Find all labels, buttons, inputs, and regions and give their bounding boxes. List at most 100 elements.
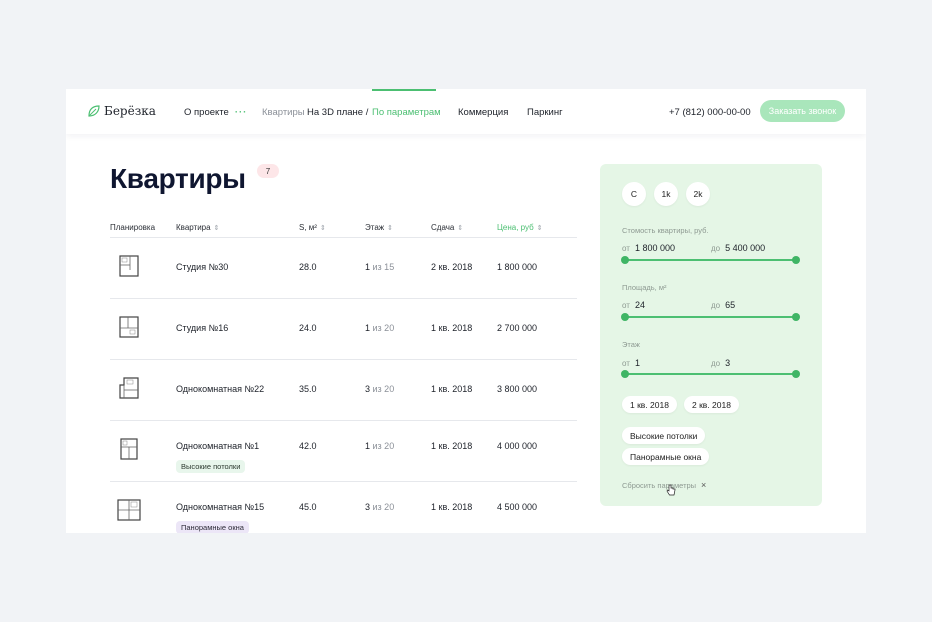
apartment-delivery: 1 кв. 2018	[431, 323, 473, 333]
floor-from-value[interactable]: от 1	[622, 358, 640, 368]
sort-icon[interactable]: ⇕	[537, 225, 543, 232]
apartment-area: 28.0	[299, 262, 317, 272]
nav-commerce-label: Коммерция	[458, 107, 509, 118]
slider-min-handle[interactable]	[621, 313, 629, 321]
floor-total: из 20	[372, 384, 395, 394]
floor-number: 1	[365, 323, 371, 333]
more-dots-icon[interactable]: ···	[235, 107, 248, 118]
col-apartment-label: Квартира	[176, 223, 211, 232]
nav-about[interactable]: О проекте ···	[184, 107, 247, 118]
feature-chip-panoramic-windows[interactable]: Панорамные окна	[622, 448, 710, 465]
sort-icon[interactable]: ⇕	[214, 225, 220, 232]
floor-plan-thumbnail[interactable]	[118, 376, 140, 400]
room-filter-1k[interactable]: 1k	[654, 182, 678, 206]
feature-tag: Высокие потолки	[176, 460, 246, 473]
price-filter-label: Стомость квартиры, руб.	[622, 226, 709, 235]
nav-by-params[interactable]: По параметрам	[372, 107, 441, 118]
table-row[interactable]: Студия №30 28.0 1 из 15 2 кв. 2018 1 800…	[110, 238, 577, 299]
price-to-value[interactable]: до 5 400 000	[711, 243, 765, 253]
sort-icon[interactable]: ⇕	[320, 225, 326, 232]
col-delivery[interactable]: Сдача ⇕	[431, 223, 463, 232]
room-filter-studio[interactable]: С	[622, 182, 646, 206]
area-to: 65	[725, 300, 736, 310]
apartment-price: 1 800 000	[497, 262, 538, 272]
floor-range-slider[interactable]	[621, 370, 800, 378]
table-row[interactable]: Студия №16 24.0 1 из 20 1 кв. 2018 2 700…	[110, 299, 577, 360]
apartment-name: Однокомнатная №22	[176, 384, 265, 394]
logo[interactable]: Берёзка	[88, 104, 156, 118]
col-apartment[interactable]: Квартира ⇕	[176, 223, 219, 232]
delivery-chip-q1-2018[interactable]: 1 кв. 2018	[622, 396, 677, 413]
apartment-floor: 1 из 15	[365, 262, 394, 272]
nav-commerce[interactable]: Коммерция	[458, 107, 508, 118]
area-range-slider[interactable]	[621, 313, 800, 321]
floor-plan-thumbnail[interactable]	[118, 315, 140, 339]
floor-filter-label: Этаж	[622, 340, 640, 349]
col-floor-label: Этаж	[365, 223, 385, 232]
floor-from: 1	[634, 358, 640, 368]
apartment-floor: 1 из 20	[365, 323, 394, 333]
col-plan: Планировка	[110, 223, 156, 232]
floor-to: 3	[725, 358, 731, 368]
from-prefix: от	[622, 301, 630, 310]
phone-number[interactable]: +7 (812) 000-00-00	[669, 107, 751, 118]
floor-to-value[interactable]: до 3	[711, 358, 730, 368]
app-frame: Берёзка О проекте ··· Квартиры На 3D план…	[66, 89, 866, 533]
leaf-icon	[88, 105, 100, 117]
area-to-value[interactable]: до 65	[711, 300, 735, 310]
area-from-value[interactable]: от 24	[622, 300, 645, 310]
apartment-name: Однокомнатная №15	[176, 502, 265, 512]
apartment-delivery: 1 кв. 2018	[431, 384, 473, 394]
sort-icon[interactable]: ⇕	[387, 225, 393, 232]
reset-filters-link[interactable]: Сбросить параметры	[622, 481, 696, 490]
slider-max-handle[interactable]	[792, 256, 800, 264]
apartment-floor: 3 из 20	[365, 502, 394, 512]
price-from-value[interactable]: от 1 800 000	[622, 243, 675, 253]
apartment-delivery: 2 кв. 2018	[431, 262, 473, 272]
floor-plan-thumbnail[interactable]	[118, 437, 140, 461]
table-row[interactable]: Однокомнатная №22 35.0 3 из 20 1 кв. 201…	[110, 360, 577, 421]
col-floor[interactable]: Этаж ⇕	[365, 223, 393, 232]
apartments-table: Планировка Квартира ⇕ S, м² ⇕ Этаж ⇕ Сдача ⇕…	[110, 222, 577, 533]
sort-icon[interactable]: ⇕	[457, 225, 463, 232]
col-area[interactable]: S, м² ⇕	[299, 223, 326, 232]
table-row[interactable]: Однокомнатная №15 45.0 3 из 20 1 кв. 201…	[110, 482, 577, 533]
floor-plan-thumbnail[interactable]	[118, 254, 140, 278]
apartment-name: Студия №16	[176, 323, 229, 333]
apartment-delivery: 1 кв. 2018	[431, 502, 473, 512]
slider-max-handle[interactable]	[792, 313, 800, 321]
request-call-button[interactable]: Заказать звонок	[760, 100, 845, 122]
apartment-area: 24.0	[299, 323, 317, 333]
to-prefix: до	[711, 244, 721, 253]
nav-parking-label: Паркинг	[527, 107, 563, 118]
header: Берёзка О проекте ··· Квартиры На 3D план…	[66, 89, 866, 134]
active-tab-indicator	[372, 89, 436, 91]
room-filter-2k[interactable]: 2k	[686, 182, 710, 206]
feature-chip-high-ceilings[interactable]: Высокие потолки	[622, 427, 706, 444]
col-price[interactable]: Цена, руб ⇕	[497, 223, 543, 232]
delivery-chip-q2-2018[interactable]: 2 кв. 2018	[684, 396, 739, 413]
price-range-slider[interactable]	[621, 256, 800, 264]
price-from: 1 800 000	[634, 243, 675, 253]
apartment-floor: 3 из 20	[365, 384, 394, 394]
apartment-floor: 1 из 20	[365, 441, 394, 451]
apartment-area: 35.0	[299, 384, 317, 394]
results-count-badge: 7	[257, 164, 279, 178]
slider-min-handle[interactable]	[621, 370, 629, 378]
floor-plan-thumbnail[interactable]	[116, 498, 142, 522]
logo-text: Берёзка	[104, 104, 156, 118]
apartment-price: 4 000 000	[497, 441, 538, 451]
nav-3d-plan[interactable]: На 3D плане /	[307, 107, 368, 118]
to-prefix: до	[711, 359, 721, 368]
apartment-price: 3 800 000	[497, 384, 538, 394]
slider-max-handle[interactable]	[792, 370, 800, 378]
slider-min-handle[interactable]	[621, 256, 629, 264]
apartment-area: 42.0	[299, 441, 317, 451]
nav-apartments[interactable]: Квартиры	[262, 107, 305, 118]
floor-total: из 15	[372, 262, 395, 272]
nav-apartments-label: Квартиры	[262, 107, 305, 118]
close-icon[interactable]: ×	[701, 480, 706, 490]
nav-parking[interactable]: Паркинг	[527, 107, 563, 118]
apartment-price: 2 700 000	[497, 323, 538, 333]
table-row[interactable]: Однокомнатная №1 42.0 1 из 20 1 кв. 2018…	[110, 421, 577, 482]
